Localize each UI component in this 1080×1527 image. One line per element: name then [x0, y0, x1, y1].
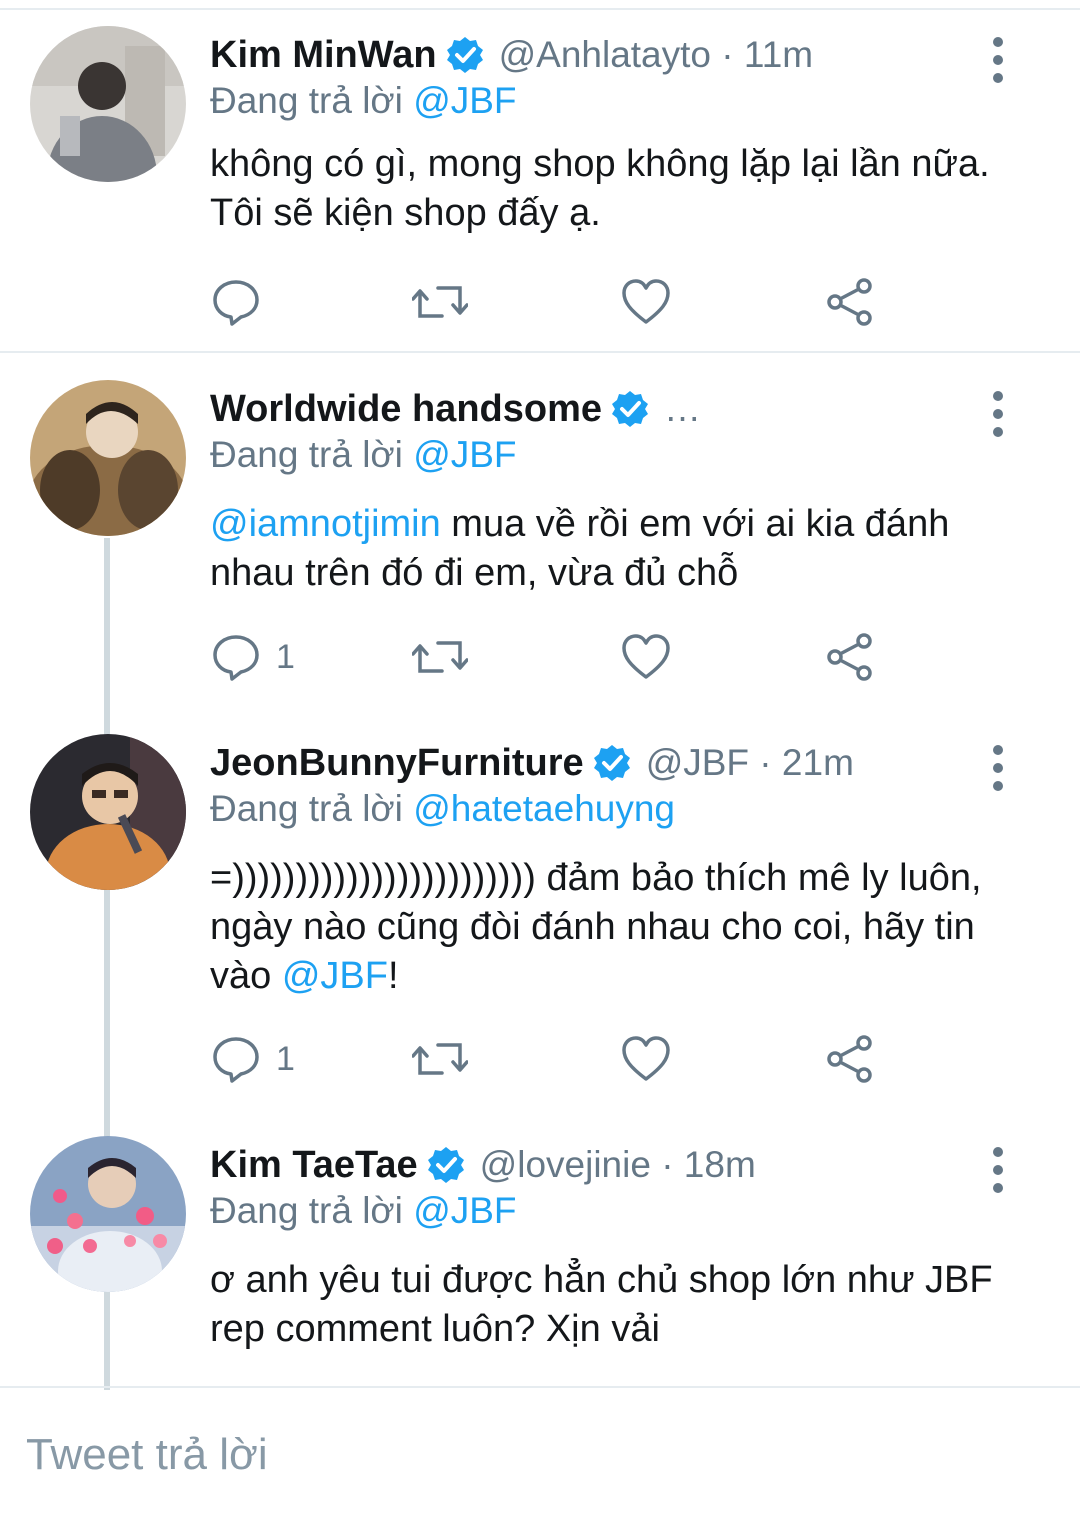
verified-badge-icon: [612, 391, 649, 427]
tweet-divider: [0, 351, 1080, 353]
avatar[interactable]: [30, 1136, 186, 1292]
share-button[interactable]: [824, 1029, 876, 1089]
retweet-button[interactable]: [412, 272, 468, 332]
share-button[interactable]: [824, 272, 876, 332]
replying-prefix: Đang trả lời: [210, 434, 403, 475]
reply-icon: [213, 1037, 259, 1083]
retweet-icon: [412, 641, 468, 673]
share-button[interactable]: [824, 627, 876, 687]
replying-to-mention[interactable]: @JBF: [413, 1190, 516, 1231]
reply-icon: [213, 635, 259, 681]
tweet-actions: 1: [210, 627, 930, 687]
share-icon: [827, 1035, 872, 1083]
display-name[interactable]: JeonBunnyFurniture: [210, 742, 584, 785]
more-options-icon[interactable]: [982, 1142, 1014, 1198]
reply-composer-input[interactable]: Tweet trả lời: [26, 1430, 268, 1480]
handle-and-time[interactable]: @lovejinie · 18m: [480, 1144, 756, 1186]
like-button[interactable]: [620, 627, 672, 687]
tweet-text: không có gì, mong shop không lặp lại lần…: [210, 143, 990, 234]
body-mention[interactable]: @JBF: [282, 955, 388, 997]
replying-prefix: Đang trả lời: [210, 1190, 403, 1231]
heart-icon: [622, 634, 670, 679]
replying-to: Đang trả lời @JBF: [210, 434, 517, 476]
tweet-actions: [210, 272, 930, 332]
body-mention[interactable]: @iamnotjimin: [210, 503, 441, 545]
replying-to: Đang trả lời @hatetaehuyng: [210, 788, 675, 830]
heart-icon: [622, 279, 670, 324]
share-icon: [827, 633, 872, 681]
retweet-button[interactable]: [412, 627, 468, 687]
retweet-button[interactable]: [412, 1029, 468, 1089]
replying-to-mention[interactable]: @JBF: [413, 80, 516, 121]
like-button[interactable]: [620, 272, 672, 332]
body-text-end: !: [387, 955, 399, 997]
composer-divider: [0, 1386, 1080, 1388]
verified-badge-icon: [593, 745, 630, 781]
avatar[interactable]: [30, 380, 186, 536]
reply-button[interactable]: 1: [210, 1029, 295, 1089]
reply-count: 1: [276, 637, 295, 676]
heart-icon: [622, 1036, 670, 1081]
tweet-text: =)))))))))))))))))))))))) đảm bảo thích …: [210, 854, 1010, 1001]
replying-to: Đang trả lời @JBF: [210, 80, 517, 122]
tweet-text: ơ anh yêu tui được hẳn chủ shop lớn như …: [210, 1259, 993, 1350]
top-divider: [0, 8, 1080, 10]
more-options-icon[interactable]: [982, 740, 1014, 796]
tweet-header: Kim TaeTae @lovejinie · 18m: [210, 1140, 756, 1190]
replying-prefix: Đang trả lời: [210, 80, 403, 121]
replying-to-mention[interactable]: @JBF: [413, 434, 516, 475]
handle-and-time[interactable]: @Anhlatayto · 11m: [499, 34, 814, 76]
reply-button[interactable]: 1: [210, 627, 295, 687]
tweet-header: Worldwide handsome …: [210, 384, 701, 434]
display-name[interactable]: Worldwide handsome: [210, 388, 602, 431]
reply-button[interactable]: [210, 272, 262, 332]
display-name[interactable]: Kim MinWan: [210, 34, 437, 77]
avatar[interactable]: [30, 26, 186, 182]
verified-badge-icon: [446, 37, 483, 73]
tweet-header: Kim MinWan @Anhlatayto · 11m: [210, 30, 813, 80]
tweet-actions: 1: [210, 1029, 930, 1089]
replying-prefix: Đang trả lời: [210, 788, 403, 829]
more-options-icon[interactable]: [982, 32, 1014, 88]
reply-icon: [213, 280, 259, 326]
display-name[interactable]: Kim TaeTae: [210, 1144, 418, 1187]
retweet-icon: [412, 286, 468, 318]
verified-badge-icon: [427, 1147, 464, 1183]
tweet-text: @iamnotjimin mua về rồi em với ai kia đá…: [210, 500, 1010, 598]
handle-and-time[interactable]: @JBF · 21m: [646, 742, 854, 784]
replying-to-mention[interactable]: @hatetaehuyng: [413, 788, 675, 829]
more-options-icon[interactable]: [982, 386, 1014, 442]
like-button[interactable]: [620, 1029, 672, 1089]
reply-count: 1: [276, 1039, 295, 1078]
replying-to: Đang trả lời @JBF: [210, 1190, 517, 1232]
avatar[interactable]: [30, 734, 186, 890]
share-icon: [827, 278, 872, 326]
retweet-icon: [412, 1043, 468, 1075]
handle-and-time[interactable]: …: [664, 388, 701, 430]
tweet-header: JeonBunnyFurniture @JBF · 21m: [210, 738, 854, 788]
